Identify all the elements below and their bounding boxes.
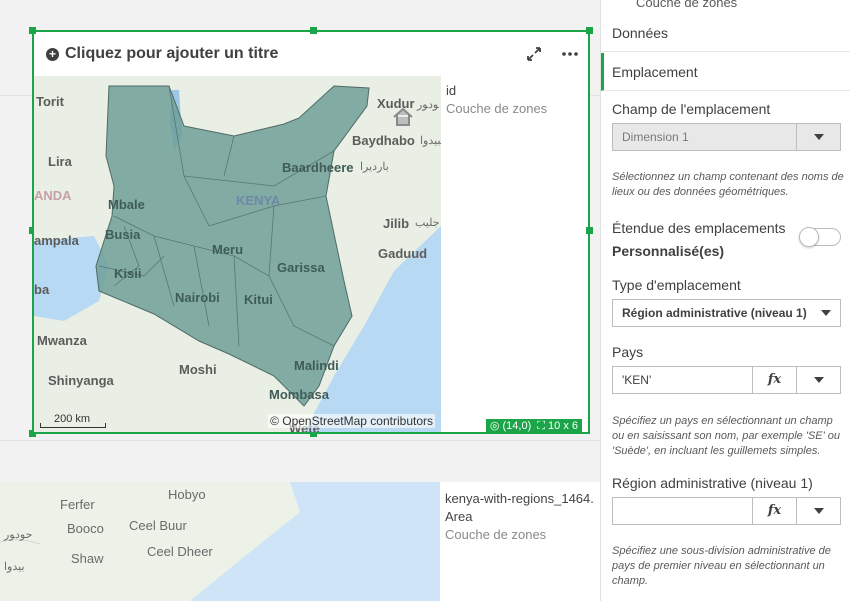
type-label: Type d'emplacement	[612, 277, 741, 293]
map-label: Garissa	[277, 260, 325, 275]
map-label: ampala	[34, 233, 79, 248]
map-object[interactable]: + Cliquez pour ajouter un titre Torit Xu…	[29, 27, 593, 437]
fx-button[interactable]: fx	[752, 367, 796, 393]
map-label: Shaw	[71, 551, 104, 566]
map-label: Baydhabo	[352, 133, 415, 148]
map-label: Meru	[212, 242, 244, 257]
map-label: ﺑﻴﺪﻭﺍ	[4, 561, 25, 573]
map-legend: id Couche de zones	[446, 82, 547, 118]
add-icon: +	[46, 47, 59, 61]
map-label: ba	[34, 282, 50, 297]
title-placeholder[interactable]: + Cliquez pour ajouter un titre	[46, 45, 278, 63]
map-attribution[interactable]: © OpenStreetMap contributors	[268, 414, 435, 428]
type-select[interactable]: Région administrative (niveau 1)	[612, 299, 841, 327]
map-label: Mombasa	[269, 387, 329, 402]
legend-layer: Couche de zones	[446, 101, 548, 116]
location-field-value: Dimension 1	[622, 130, 689, 144]
resize-handle[interactable]	[586, 227, 593, 234]
panel-cut-label: Couche de zones	[636, 0, 738, 10]
map-label: Malindi	[294, 358, 339, 373]
map-object-2[interactable]: Ferfer Hobyo Booco Ceel Buur Shaw Ceel D…	[0, 482, 600, 601]
status-badge: ◎ (14,0) ⛶ 10 x 6	[485, 419, 582, 434]
attribution-text[interactable]: © OpenStreetMap contributors	[270, 414, 433, 428]
map-label: Mwanza	[37, 333, 87, 348]
chevron-down-icon[interactable]	[796, 367, 840, 393]
scope-value: Personnalisé(es)	[612, 243, 725, 259]
map-label: ﺟﻠﻴﺐ	[415, 217, 440, 229]
map-label: Jilib	[383, 216, 410, 231]
chevron-down-icon[interactable]	[796, 124, 840, 150]
chevron-down-icon[interactable]	[812, 300, 840, 326]
legend-layer: Couche de zones	[445, 527, 547, 542]
map-label: Busia	[105, 227, 141, 242]
region-label: Région administrative (niveau 1)	[612, 475, 813, 491]
map-label: ANDA	[34, 188, 72, 203]
legend-field: kenya-with-regions_1464.Area	[445, 491, 594, 524]
expand-icon[interactable]	[524, 44, 544, 64]
map-label: ﺣﻮﺩﻮﺭ	[4, 529, 33, 541]
chevron-down-icon[interactable]	[796, 498, 840, 524]
map-label: Ceel Buur	[129, 518, 187, 533]
size-readout: ⛶ 10 x 6	[537, 420, 578, 432]
type-value: Région administrative (niveau 1)	[622, 306, 807, 320]
country-label: KENYA	[236, 193, 281, 208]
grid-line	[0, 440, 600, 441]
scale-bar: 200 km	[40, 413, 106, 428]
map-label: ﺒﻴﺪﻭﺍ	[420, 135, 441, 147]
map-label: Gaduud	[378, 246, 428, 261]
map-label: Booco	[67, 521, 104, 536]
section-location[interactable]: Emplacement	[601, 53, 850, 91]
country-value[interactable]: 'KEN'	[622, 373, 651, 387]
scope-toggle[interactable]	[799, 227, 841, 247]
home-icon[interactable]	[392, 107, 414, 127]
map-label: Nairobi	[175, 290, 220, 305]
map-label: Baardheere	[282, 160, 354, 175]
more-options-icon[interactable]	[560, 44, 580, 64]
map-area[interactable]: Torit Xudur ﻮﺩﻮﺭ Baydhabo ﺒﻴﺪﻭﺍ Lira Baa…	[34, 76, 441, 432]
map-label: Mbale	[108, 197, 145, 212]
map-label: Kitui	[244, 292, 273, 307]
map-label: Ceel Dheer	[147, 544, 213, 559]
country-label: Pays	[612, 344, 644, 360]
legend-field: id	[446, 83, 457, 98]
map-label: Shinyanga	[48, 373, 114, 388]
map-2-area[interactable]: Ferfer Hobyo Booco Ceel Buur Shaw Ceel D…	[0, 482, 440, 601]
map-label: Torit	[36, 94, 64, 109]
map-label: ﺑﺎﺭﺩﻳﺮﺍ	[360, 161, 389, 173]
location-field-help: Sélectionnez un champ contenant des noms…	[612, 171, 844, 198]
country-input[interactable]: 'KEN' fx	[612, 366, 841, 394]
region-help: Spécifiez une sous-division administrati…	[612, 545, 831, 587]
map-label: Moshi	[179, 362, 217, 377]
map-label: Kisii	[114, 266, 142, 281]
map-header: + Cliquez pour ajouter un titre	[34, 32, 588, 76]
properties-panel: Couche de zones Données Emplacement Cham…	[600, 0, 850, 601]
map-label: Lira	[48, 154, 72, 169]
position-readout: ◎ (14,0)	[489, 420, 532, 432]
fx-button[interactable]: fx	[752, 498, 796, 524]
map-label: ﻮﺩﻮﺭ	[417, 99, 439, 111]
map-2-legend: kenya-with-regions_1464.Area Couche de z…	[445, 490, 595, 544]
location-field-select[interactable]: Dimension 1	[612, 123, 841, 151]
region-input[interactable]: fx	[612, 497, 841, 525]
section-data[interactable]: Données	[601, 14, 850, 52]
map-label: Hobyo	[168, 487, 206, 502]
title-text: Cliquez pour ajouter un titre	[65, 45, 279, 62]
map-label: Ferfer	[60, 497, 95, 512]
country-help: Spécifiez un pays en sélectionnant un ch…	[612, 415, 840, 457]
location-field-label: Champ de l'emplacement	[612, 101, 771, 117]
scope-label: Étendue des emplacements	[612, 220, 786, 236]
